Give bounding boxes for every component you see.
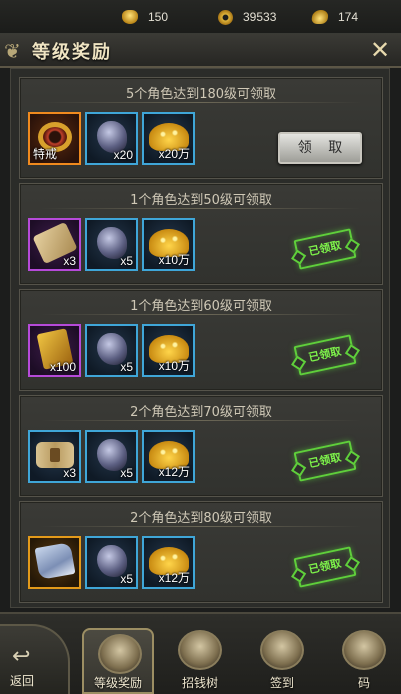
item-slot-gold[interactable]: x20万 xyxy=(142,112,195,165)
copper-coin-icon xyxy=(218,9,233,25)
tab-label: 签到 xyxy=(269,676,294,690)
item-quantity: x12万 xyxy=(158,571,190,585)
item-slot-ore[interactable]: x5 xyxy=(85,536,138,589)
item-slot-gold[interactable]: x10万 xyxy=(142,324,195,377)
silver-ingot-icon xyxy=(311,10,329,24)
item-quantity: x5 xyxy=(120,254,133,268)
item-slot-gold[interactable]: x12万 xyxy=(142,536,195,589)
claim-button[interactable]: 领 取 xyxy=(278,132,362,164)
tab-level-rewards[interactable]: 等级奖励 xyxy=(82,628,154,694)
currency-silver-ingot: 174 xyxy=(311,8,359,26)
tab-label: 招钱树 xyxy=(181,676,218,690)
currency-bar: 150 39533 174 xyxy=(0,0,401,34)
back-button[interactable]: ↩ 返回 xyxy=(0,624,70,694)
back-arrow-icon: ↩ xyxy=(12,644,31,669)
item-quantity: 特戒 xyxy=(33,147,58,161)
currency-value: 39533 xyxy=(243,10,277,24)
item-slot-ore[interactable]: x5 xyxy=(85,324,138,377)
reward-requirement: 2个角色达到70级可领取 xyxy=(20,401,382,421)
item-quantity: x10万 xyxy=(158,253,190,267)
currency-value: 174 xyxy=(338,10,359,24)
tab-money-tree[interactable]: 招钱树 xyxy=(164,630,236,694)
reward-card: 1个角色达到50级可领取 x3 x5 x10万 已领取 xyxy=(19,183,383,285)
page-title: 等级奖励 xyxy=(32,42,112,63)
reward-card: 5个角色达到180级可领取 特戒 x20 x20万 领 取 xyxy=(19,77,383,179)
currency-copper-coin: 39533 xyxy=(218,8,276,26)
close-icon[interactable]: ✕ xyxy=(367,37,393,63)
bottom-nav: ↩ 返回 等级奖励 招钱树 签到 码 xyxy=(0,612,401,694)
item-slot-ore[interactable]: x5 xyxy=(85,430,138,483)
reward-card: 2个角色达到70级可领取 x3 x5 x12万 已领取 xyxy=(19,395,383,497)
currency-gold-ingot: 150 xyxy=(122,8,168,26)
cloth-icon xyxy=(33,541,76,580)
item-slot-gold[interactable]: x12万 xyxy=(142,430,195,483)
item-quantity: x5 xyxy=(120,360,133,374)
item-quantity: x12万 xyxy=(158,465,190,479)
item-slot-cloth[interactable] xyxy=(28,536,81,589)
tab-sign-in[interactable]: 签到 xyxy=(246,630,318,694)
money-tree-icon xyxy=(178,630,222,670)
claimed-stamp: 已领取 xyxy=(293,546,357,588)
tab-label: 码 xyxy=(357,676,370,690)
tab-label: 等级奖励 xyxy=(93,676,142,690)
rewards-list[interactable]: 5个角色达到180级可领取 特戒 x20 x20万 领 取 1个角色达到50级可… xyxy=(10,68,390,608)
item-quantity: x5 xyxy=(120,466,133,480)
item-slot-gold[interactable]: x10万 xyxy=(142,218,195,271)
reward-requirement: 2个角色达到80级可领取 xyxy=(20,507,382,527)
tab-code[interactable]: 码 xyxy=(328,630,400,694)
item-slot-ore[interactable]: x5 xyxy=(85,218,138,271)
back-label: 返回 xyxy=(10,674,35,688)
reward-card: 2个角色达到80级可领取 x5 x12万 已领取 xyxy=(19,501,383,603)
item-quantity: x5 xyxy=(120,572,133,586)
gold-ingot-icon xyxy=(122,10,138,24)
item-quantity: x10万 xyxy=(158,359,190,373)
item-slot-ore[interactable]: x20 xyxy=(85,112,138,165)
item-quantity: x100 xyxy=(49,360,76,374)
item-slot-scroll[interactable]: x3 xyxy=(28,218,81,271)
header-ornament-icon: ❦ xyxy=(4,39,21,63)
reward-card: 1个角色达到60级可领取 x100 x5 x10万 已领取 xyxy=(19,289,383,391)
item-slot-special-ring[interactable]: 特戒 xyxy=(28,112,81,165)
shield-emblem-icon xyxy=(98,634,142,674)
item-slot-book[interactable]: x100 xyxy=(28,324,81,377)
currency-value: 150 xyxy=(148,10,169,24)
item-slot-map[interactable]: x3 xyxy=(28,430,81,483)
item-quantity: x20 xyxy=(113,148,133,162)
item-quantity: x3 xyxy=(63,254,76,268)
claimed-stamp: 已领取 xyxy=(293,228,357,270)
item-quantity: x3 xyxy=(63,466,76,480)
calendar-icon xyxy=(260,630,304,670)
item-quantity: x20万 xyxy=(158,147,190,161)
gift-code-icon xyxy=(342,630,386,670)
claimed-stamp: 已领取 xyxy=(293,334,357,376)
map-scroll-icon xyxy=(35,441,74,468)
window-header: ❦ 等级奖励 ✕ xyxy=(0,34,401,68)
reward-requirement: 1个角色达到60级可领取 xyxy=(20,295,382,315)
claimed-stamp: 已领取 xyxy=(293,440,357,482)
reward-requirement: 1个角色达到50级可领取 xyxy=(20,189,382,209)
reward-requirement: 5个角色达到180级可领取 xyxy=(20,83,382,103)
